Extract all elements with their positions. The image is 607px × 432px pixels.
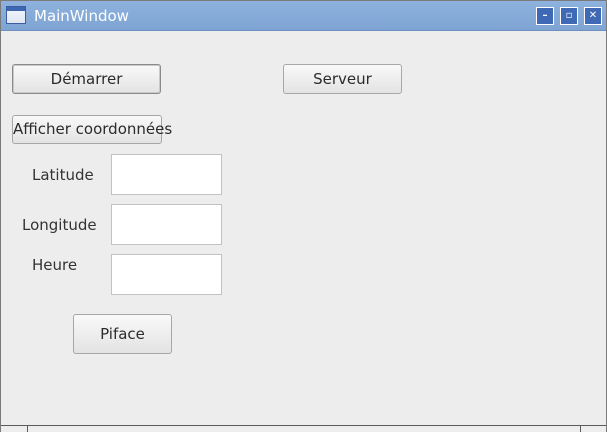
close-icon[interactable]: ✕ [584, 7, 602, 25]
window-title: MainWindow [34, 7, 129, 25]
piface-button[interactable]: Piface [73, 314, 172, 354]
longitude-field[interactable] [111, 204, 222, 245]
maximize-icon[interactable]: ▫ [560, 7, 578, 25]
time-label: Heure [32, 256, 78, 274]
longitude-label: Longitude [22, 216, 97, 234]
status-bar [1, 425, 606, 432]
status-bar-divider [580, 426, 581, 432]
minimize-icon[interactable]: – [536, 7, 554, 25]
title-bar[interactable]: MainWindow – ▫ ✕ [1, 1, 606, 31]
latitude-field[interactable] [111, 154, 222, 195]
status-bar-divider [27, 426, 28, 432]
latitude-label: Latitude [32, 166, 94, 184]
window-app-icon [6, 6, 26, 24]
time-field[interactable] [111, 254, 222, 295]
start-button[interactable]: Démarrer [12, 64, 161, 94]
main-window: MainWindow – ▫ ✕ Démarrer Serveur Affich… [0, 0, 607, 432]
server-button[interactable]: Serveur [283, 64, 402, 94]
show-coordinates-button[interactable]: Afficher coordonnées [12, 115, 172, 144]
